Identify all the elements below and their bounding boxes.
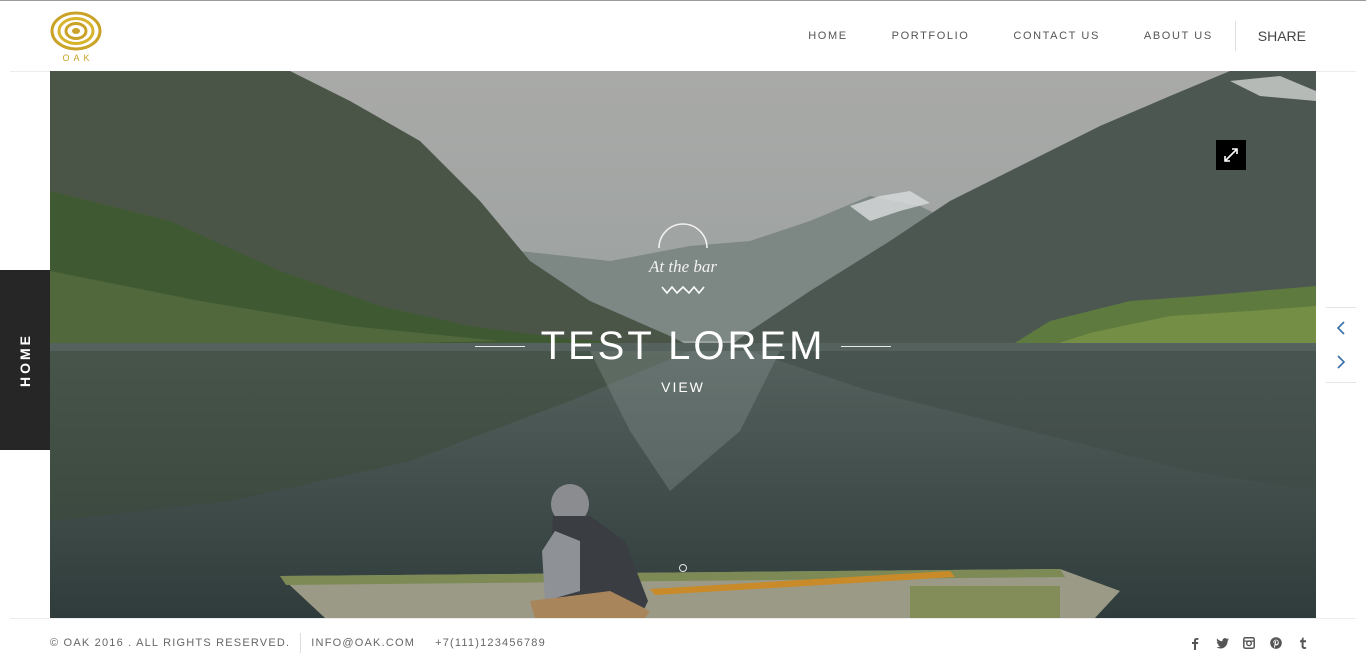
site-header: OAK HOME PORTFOLIO CONTACT US ABOUT US S…	[0, 1, 1366, 71]
twitter-icon[interactable]	[1215, 636, 1229, 650]
arc-ornament-icon	[658, 223, 708, 249]
logo-text: OAK	[62, 53, 94, 63]
header-rule-left	[10, 71, 50, 72]
footer-phone: +7(111)123456789	[435, 637, 546, 649]
nav-item-portfolio[interactable]: PORTFOLIO	[892, 30, 970, 42]
tumblr-icon[interactable]	[1296, 636, 1310, 650]
hero-slider: At the bar TEST LOREM VIEW	[50, 71, 1316, 618]
footer-divider	[300, 633, 302, 653]
logo-rings-icon	[50, 11, 102, 51]
expand-icon	[1224, 148, 1238, 162]
next-slide-button[interactable]	[1334, 355, 1348, 369]
facebook-icon[interactable]	[1188, 636, 1202, 650]
prev-slide-button[interactable]	[1334, 321, 1348, 335]
zigzag-ornament-icon	[661, 285, 705, 295]
nav-item-home[interactable]: HOME	[808, 30, 847, 42]
nav-item-about-us[interactable]: ABOUT US	[1144, 30, 1213, 42]
title-rule-left	[475, 346, 525, 347]
logo[interactable]: OAK	[50, 11, 102, 67]
nav-divider	[1234, 21, 1236, 51]
pinterest-icon[interactable]	[1269, 636, 1283, 650]
chevron-right-icon	[1337, 355, 1346, 369]
side-tab-home[interactable]: HOME	[0, 270, 50, 450]
hero-title: TEST LOREM	[540, 324, 826, 368]
slide-indicator-dot[interactable]	[679, 564, 687, 572]
header-rule-right	[1316, 71, 1356, 72]
footer-rule	[10, 618, 1356, 619]
side-tab-label: HOME	[17, 333, 33, 387]
footer-email-link[interactable]: INFO@OAK.COM	[311, 637, 415, 649]
nav-item-contact-us[interactable]: CONTACT US	[1013, 30, 1100, 42]
arrows-rule-bottom	[1326, 382, 1356, 383]
main-nav: HOME PORTFOLIO CONTACT US ABOUT US SHARE	[808, 1, 1306, 71]
title-rule-right	[841, 346, 891, 347]
hero-caption: At the bar TEST LOREM VIEW	[50, 221, 1316, 397]
slider-arrows	[1326, 307, 1356, 383]
copyright-text: © OAK 2016 . ALL RIGHTS RESERVED.	[50, 637, 291, 649]
arrows-rule-top	[1326, 307, 1356, 308]
expand-button[interactable]	[1216, 140, 1246, 170]
instagram-icon[interactable]	[1242, 636, 1256, 650]
site-footer: © OAK 2016 . ALL RIGHTS RESERVED. INFO@O…	[50, 630, 1316, 656]
chevron-left-icon	[1336, 321, 1345, 335]
hero-subtitle: At the bar	[649, 257, 717, 276]
hero-title-row: TEST LOREM	[50, 323, 1316, 369]
view-button[interactable]: VIEW	[661, 379, 705, 395]
social-links	[1175, 630, 1310, 656]
share-button[interactable]: SHARE	[1258, 28, 1306, 44]
